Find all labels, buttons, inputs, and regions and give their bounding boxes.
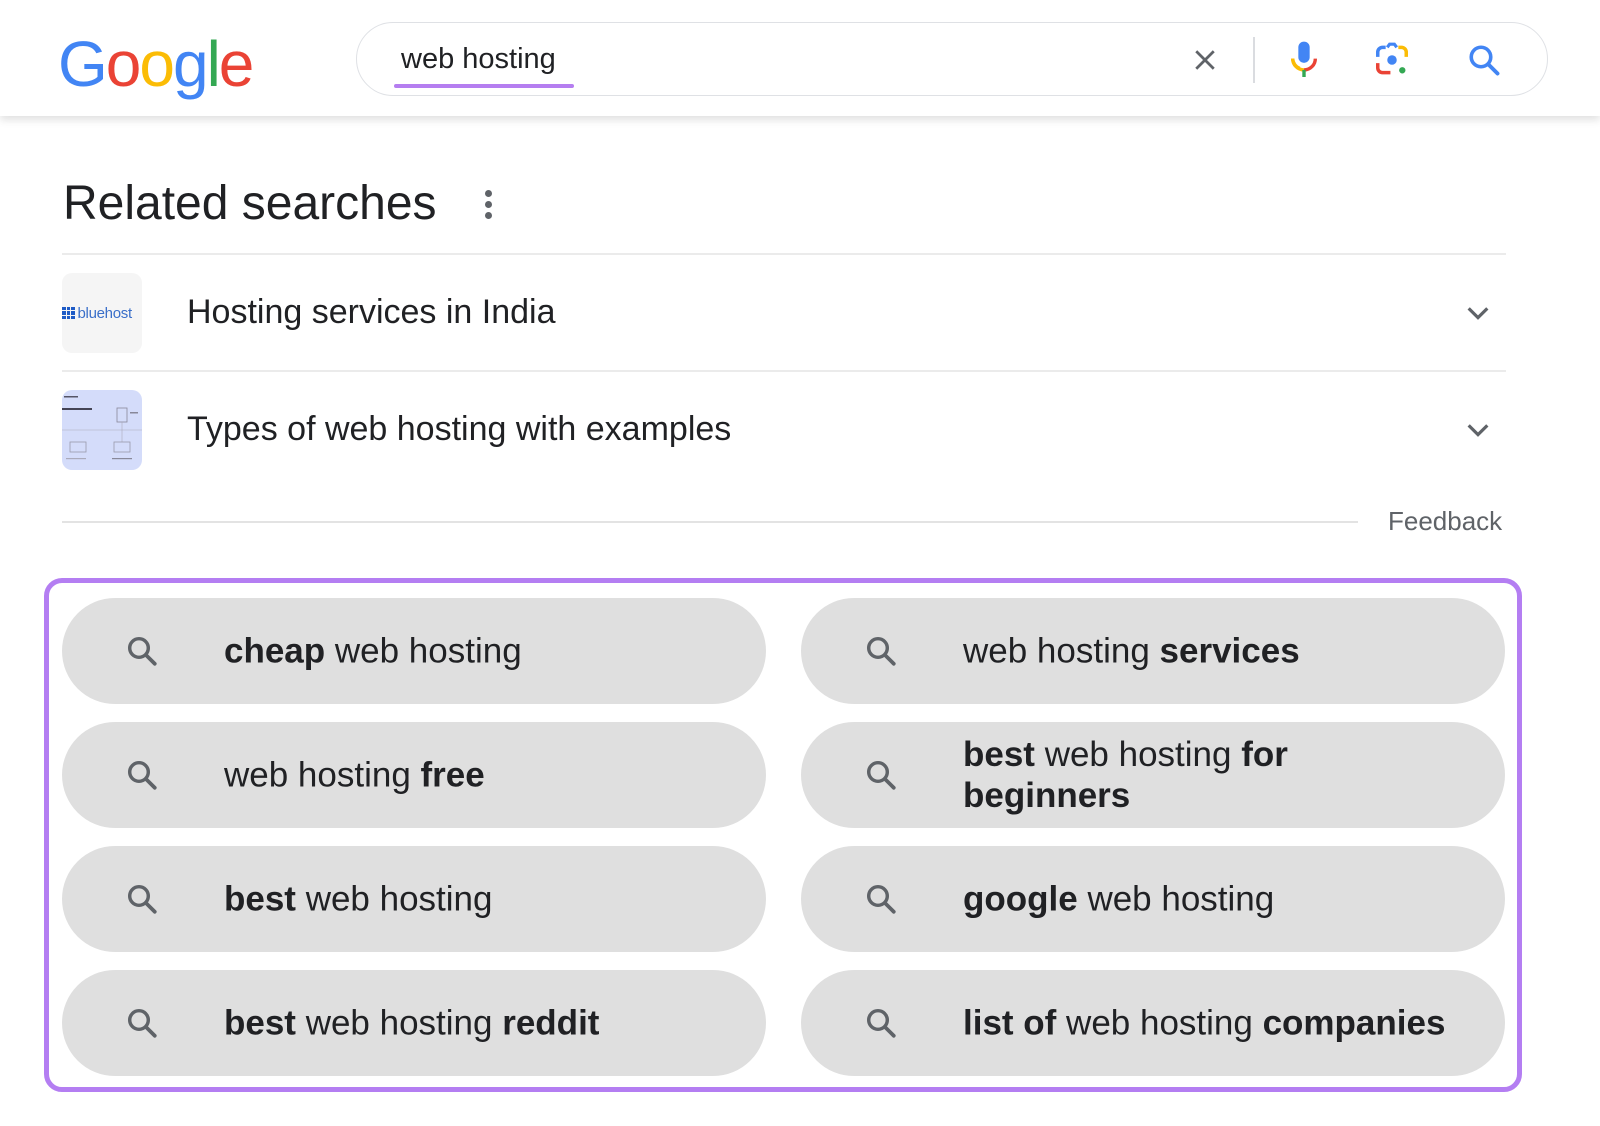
chip-label-bold: google — [963, 879, 1078, 919]
related-searches-heading: Related searches — [63, 177, 437, 230]
logo-letter: G — [58, 28, 108, 100]
related-search-chip[interactable]: web hosting free — [62, 722, 766, 828]
search-icon — [863, 881, 899, 917]
feedback-link[interactable]: Feedback — [1388, 506, 1502, 537]
search-icon — [863, 757, 899, 793]
logo-letter: e — [218, 28, 255, 100]
chip-label-bold: best — [963, 735, 1035, 774]
chip-label-bold: best — [224, 1003, 296, 1043]
chip-label-regular: web hosting — [295, 879, 493, 919]
related-search-chip[interactable]: google web hosting — [801, 846, 1505, 952]
bluehost-logo-text: bluehost — [77, 304, 133, 322]
google-logo[interactable]: Google — [58, 24, 255, 104]
bluehost-logo: bluehost — [62, 305, 132, 322]
search-box[interactable]: web hosting — [356, 22, 1548, 96]
google-lens-icon — [1376, 42, 1408, 75]
clear-button[interactable] — [1182, 37, 1228, 83]
related-search-chip[interactable]: cheap web hosting — [62, 598, 766, 704]
search-icon — [863, 1005, 899, 1041]
google-lens-button[interactable] — [1369, 37, 1415, 83]
chip-label: best web hosting reddit — [224, 1003, 744, 1044]
logo-letter: o — [139, 28, 175, 100]
chevron-down-icon[interactable] — [1462, 297, 1494, 329]
related-search-chip[interactable]: list of web hosting companies — [801, 970, 1505, 1076]
chip-label: best web hosting — [224, 879, 744, 920]
chip-label-regular: web hosting — [325, 631, 522, 671]
chip-label: cheap web hosting — [224, 631, 744, 672]
related-search-chip[interactable]: best web hosting for beginners — [801, 722, 1505, 828]
chip-label-bold: services — [1159, 631, 1300, 671]
logo-letter: g — [172, 28, 209, 100]
chip-label-regular: web hosting — [1056, 1003, 1263, 1043]
search-icon — [124, 881, 160, 917]
shared-hosting-diagram-thumbnail — [62, 390, 142, 470]
related-search-chip[interactable]: best web hosting reddit — [62, 970, 766, 1076]
clear-icon — [1195, 50, 1215, 70]
bluehost-grid-icon — [62, 306, 75, 320]
search-icon — [124, 757, 160, 793]
feedback-divider — [62, 521, 1358, 523]
logo-letter: o — [105, 28, 142, 100]
chip-label: best web hosting for beginners — [963, 734, 1323, 816]
search-icon — [124, 1005, 160, 1041]
chip-label-bold: free — [420, 755, 485, 795]
related-item-hosting-india[interactable]: bluehost Hosting services in India — [62, 255, 1506, 371]
chip-label-regular: web hosting — [295, 1003, 503, 1043]
related-searches-menu-button[interactable] — [476, 184, 500, 224]
chevron-down-icon[interactable] — [1462, 414, 1494, 446]
logo-letter: l — [206, 28, 221, 100]
chip-label-regular: web hosting — [963, 631, 1160, 671]
chip-label-regular: web hosting — [1077, 879, 1275, 919]
chip-label: list of web hosting companies — [963, 1003, 1483, 1044]
chip-label: web hosting services — [963, 631, 1483, 672]
chip-label-bold: best — [224, 879, 296, 919]
related-item-hosting-types[interactable]: Types of web hosting with examples — [62, 372, 1506, 488]
related-item-label: Hosting services in India — [187, 293, 556, 331]
search-divider — [1253, 37, 1255, 83]
search-submit-button[interactable] — [1461, 37, 1507, 83]
shared-hosting-diagram — [62, 396, 142, 460]
search-icon — [863, 633, 899, 669]
chip-label: google web hosting — [963, 879, 1483, 920]
chip-label-regular: web hosting — [1034, 735, 1242, 774]
chip-label-bold: companies — [1262, 1003, 1446, 1043]
search-input[interactable]: web hosting — [401, 43, 556, 76]
search-icon — [1469, 45, 1500, 76]
chip-label-regular: web hosting — [224, 755, 421, 795]
related-search-chip[interactable]: web hosting services — [801, 598, 1505, 704]
microphone-icon — [1290, 41, 1318, 77]
related-search-chip[interactable]: best web hosting — [62, 846, 766, 952]
search-highlight-underline — [394, 84, 574, 88]
bluehost-thumbnail: bluehost — [62, 273, 142, 353]
search-icon — [124, 633, 160, 669]
voice-search-button[interactable] — [1281, 37, 1327, 83]
top-bar: Google web hosting — [0, 0, 1600, 116]
chip-label-bold: cheap — [224, 631, 326, 671]
chip-label-bold: list of — [963, 1003, 1057, 1043]
related-item-label: Types of web hosting with examples — [187, 410, 732, 448]
more-vert-icon — [484, 189, 492, 219]
chip-label: web hosting free — [224, 755, 744, 796]
chip-label-bold: reddit — [502, 1003, 600, 1043]
